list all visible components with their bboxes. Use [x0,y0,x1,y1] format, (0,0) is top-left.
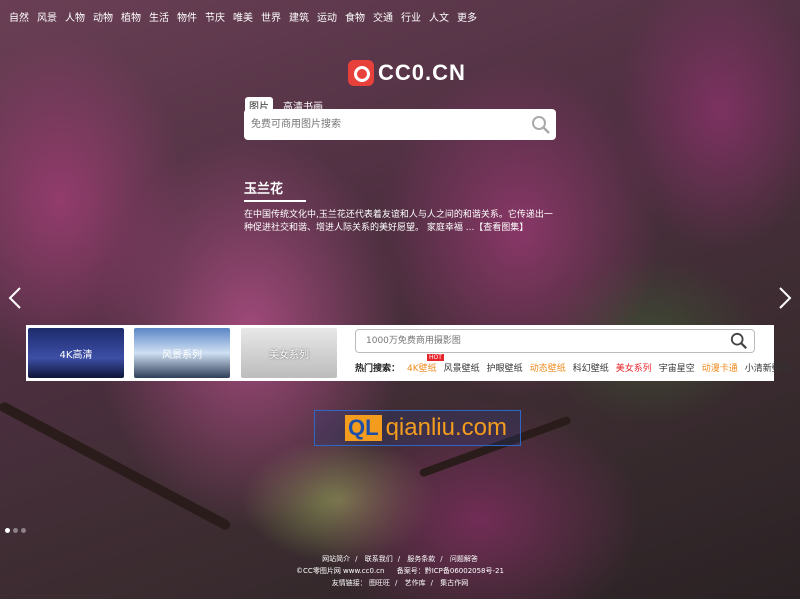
feature-description[interactable]: 在中国传统文化中,玉兰花还代表着友谊和人与人之间的和谐关系。它传递出一种促进社交… [244,209,556,235]
nav-item[interactable]: 人文 [429,9,449,24]
icp-link[interactable]: 备案号：黔ICP备06002058号-21 [397,567,504,575]
friend-links: 友情链接： 图旺旺 / 艺作库 / 集古作网 [331,579,469,587]
nav-item[interactable]: 行业 [401,9,421,24]
carousel-prev-button[interactable] [6,286,24,310]
thumb-label: 4K高清 [59,349,93,361]
nav-item[interactable]: 交通 [373,9,393,24]
nav-item[interactable]: 食物 [345,9,365,24]
logo-icon [348,60,374,86]
branch-decoration [0,400,232,532]
footer-link[interactable]: 服务条款 [407,555,435,563]
nav-item-more[interactable]: 更多 [457,9,477,24]
site-logo[interactable]: CC0.CN [348,60,466,86]
hot-link[interactable]: 科幻壁纸 [573,361,609,374]
thumb-label: 美女系列 [269,349,309,361]
copyright-text: ©CC零图片网 www.cc0.cn [296,567,385,575]
category-thumb-landscape[interactable]: 风景系列 [134,328,230,378]
friend-label: 友情链接： [331,579,367,587]
footer-links: 网站简介 / 联系我们 / 服务条款 / 问题解答 [322,555,478,563]
watermark-logo: QL qianliu.com [314,410,521,446]
hot-label: 热门搜索： [355,364,401,374]
nav-item[interactable]: 世界 [261,9,281,24]
friend-link[interactable]: 艺作库 [405,579,426,587]
footer-link[interactable]: 问题解答 [450,555,478,563]
nav-item[interactable]: 动物 [93,9,113,24]
hot-link[interactable]: 护眼壁纸 [487,361,523,374]
search-icon [730,332,747,349]
nav-item[interactable]: 运动 [317,9,337,24]
logo-text: CC0.CN [378,60,466,85]
category-thumb-beauty[interactable]: 美女系列 [241,328,337,378]
chevron-left-icon [8,287,21,309]
hot-link[interactable]: 动态壁纸 [530,361,566,374]
band-search-button[interactable] [724,326,754,356]
nav-item[interactable]: 植物 [121,9,141,24]
hot-searches: 热门搜索： HOT 4K壁纸 风景壁纸 护眼壁纸 动态壁纸 科幻壁纸 美女系列 … [355,354,790,374]
category-thumb-4k[interactable]: 4K高清 [28,328,124,378]
watermark-badge: QL [345,415,382,441]
watermark-text: qianliu.com [385,414,507,441]
hot-link[interactable]: 宇宙星空 [659,361,695,374]
category-band: 4K高清 风景系列 美女系列 热门搜索： HOT 4K壁纸 风景壁纸 护眼壁纸 … [26,325,790,381]
search-button[interactable] [526,110,556,140]
hot-badge: HOT [427,354,444,361]
nav-item[interactable]: 物件 [177,9,197,24]
hot-link[interactable]: 美女系列 [616,361,652,374]
hot-link[interactable]: 小清新壁纸 [745,361,790,374]
hot-link[interactable]: 动漫卡通 [702,361,738,374]
main-search-box [244,109,556,140]
feature-title: 玉兰花 [244,182,284,197]
main-search-input[interactable] [244,109,526,140]
footer-copyright-row: ©CC零图片网 www.cc0.cn 备案号：黔ICP备06002058号-21 [0,565,800,577]
hot-link[interactable]: 风景壁纸 [444,361,480,374]
band-search-box [355,329,755,353]
hot-link[interactable]: 4K壁纸 [407,361,437,374]
chevron-right-icon [779,287,792,309]
thumb-label: 风景系列 [162,349,202,361]
footer: 网站简介 / 联系我们 / 服务条款 / 问题解答 ©CC零图片网 www.cc0.c… [0,553,800,589]
top-nav: 自然 风景 人物 动物 植物 生活 物件 节庆 唯美 世界 建筑 运动 食物 交… [9,9,477,24]
band-search-input[interactable] [356,330,724,352]
carousel-dot[interactable] [21,528,26,533]
carousel-dot[interactable] [5,528,10,533]
search-icon [532,115,550,134]
footer-link[interactable]: 联系我们 [365,555,393,563]
nav-item[interactable]: 唯美 [233,9,253,24]
nav-item[interactable]: 人物 [65,9,85,24]
footer-link[interactable]: 网站简介 [322,555,350,563]
carousel-dots [5,528,26,533]
title-underline [244,200,306,202]
nav-item[interactable]: 风景 [37,9,57,24]
nav-item[interactable]: 自然 [9,9,29,24]
friend-link[interactable]: 集古作网 [440,579,468,587]
nav-item[interactable]: 建筑 [289,9,309,24]
carousel-dot[interactable] [13,528,18,533]
friend-link[interactable]: 图旺旺 [369,579,390,587]
carousel-next-button[interactable] [776,286,794,310]
nav-item[interactable]: 生活 [149,9,169,24]
nav-item[interactable]: 节庆 [205,9,225,24]
